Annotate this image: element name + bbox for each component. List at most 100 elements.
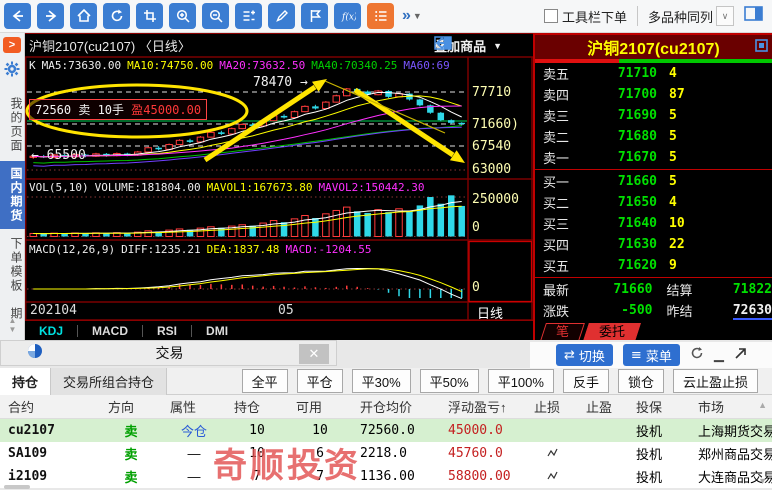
position-row-i2109[interactable]: i2109卖—771136.0058800.00投机大连商品交易所 <box>0 465 772 488</box>
horizontal-scrollbar[interactable] <box>4 485 30 489</box>
ask-row[interactable]: 卖二716805 <box>535 126 772 147</box>
bid-row[interactable]: 买四7163022 <box>535 234 772 255</box>
refresh-button[interactable] <box>103 3 130 29</box>
trade-tab-row: 持仓交易所组合持仓 全平平仓平30% 平50% 平100% 反手锁仓云止盈止损 <box>0 368 772 395</box>
action-button-平100%[interactable]: 平100% <box>488 369 554 393</box>
trade-window-titlebar[interactable]: 交易 ✕ <box>0 340 337 366</box>
cell-可用: 10 <box>288 423 352 438</box>
ask-row[interactable]: 卖四7170087 <box>535 84 772 105</box>
quote-tab-委托[interactable]: 委托 <box>583 323 641 341</box>
position-row-SA109[interactable]: SA109卖—1062218.045760.0投机郑州商品交易所 <box>0 442 772 465</box>
menu-button[interactable]: ≡菜单 <box>623 344 680 366</box>
toolbar-overflow-button[interactable]: » <box>402 7 411 25</box>
action-button-平30%[interactable]: 平30% <box>352 369 411 393</box>
tab-macd[interactable]: MACD <box>78 324 142 338</box>
expand-icon[interactable] <box>734 347 747 364</box>
action-button-平50%[interactable]: 平50% <box>420 369 479 393</box>
chevron-down-icon[interactable] <box>493 41 502 51</box>
bid-row[interactable]: 买二716504 <box>535 192 772 213</box>
switch-button[interactable]: ⇄切换 <box>556 344 613 366</box>
col-header[interactable]: 浮动盈亏↑ <box>440 397 526 416</box>
back-button[interactable] <box>4 3 31 29</box>
col-header[interactable]: 合约 <box>0 397 100 416</box>
col-header[interactable]: 止盈 <box>578 397 628 416</box>
sidebar-nav: 我的页面国内期货下单模板期 <box>0 89 25 329</box>
multi-symbol-dropdown[interactable]: 多品种同列 <box>648 7 713 26</box>
toolbar-icon-group: f(x) <box>4 3 394 29</box>
level-label: 卖二 <box>535 127 585 146</box>
draw-button[interactable] <box>268 3 295 29</box>
sidebar-item-下单模板[interactable]: 下单模板 <box>0 231 25 299</box>
split-view-icon[interactable] <box>744 5 764 28</box>
position-tab-持仓[interactable]: 持仓 <box>0 368 51 395</box>
col-header[interactable]: 属性 <box>162 397 226 416</box>
bid-row[interactable]: 买三7164010 <box>535 213 772 234</box>
gear-icon[interactable] <box>4 61 20 82</box>
action-button-锁仓[interactable]: 锁仓 <box>618 369 664 393</box>
indicator-settings-button[interactable] <box>235 3 262 29</box>
level-qty: 4 <box>657 66 677 81</box>
close-icon[interactable]: ✕ <box>299 344 329 364</box>
sidebar-item-国内期货[interactable]: 国内期货 <box>0 161 25 229</box>
sidebar-item-我的页面[interactable]: 我的页面 <box>0 91 25 159</box>
stat-row: 涨跌-500 昨结72630 <box>535 300 772 321</box>
low-price-annotation: ← 65500 <box>31 148 86 163</box>
cell-浮动盈亏↑: 45760.0 <box>440 446 526 461</box>
cell-止损 <box>526 469 578 484</box>
minimize-icon[interactable]: ▁ <box>714 348 724 363</box>
cell-属性: 今仓 <box>162 421 226 440</box>
crop-button[interactable] <box>136 3 163 29</box>
cell-持仓: 7 <box>226 469 288 484</box>
axis-label: 0 <box>472 220 480 235</box>
sidebar-expand-button[interactable]: > <box>3 37 21 53</box>
bid-row[interactable]: 买一716605 <box>535 171 772 192</box>
ask-row[interactable]: 卖三716905 <box>535 105 772 126</box>
level-label: 卖五 <box>535 64 585 83</box>
scroll-down-icon[interactable]: ▼ <box>758 476 767 486</box>
action-button-平仓[interactable]: 平仓 <box>297 369 343 393</box>
tab-rsi[interactable]: RSI <box>143 324 191 338</box>
axis-label: 71660) <box>472 117 519 132</box>
zoom-out-button[interactable] <box>202 3 229 29</box>
level-qty: 22 <box>657 237 685 252</box>
bid-row[interactable]: 买五716209 <box>535 255 772 276</box>
tab-kdj[interactable]: KDJ <box>25 324 77 338</box>
position-tab-交易所组合持仓[interactable]: 交易所组合持仓 <box>51 368 167 395</box>
home-button[interactable] <box>70 3 97 29</box>
ask-row[interactable]: 卖一716705 <box>535 147 772 168</box>
cell-投保: 投机 <box>628 467 690 486</box>
zoom-in-button[interactable] <box>169 3 196 29</box>
col-header[interactable]: 方向 <box>100 397 162 416</box>
toolbar-order-checkbox[interactable] <box>544 9 558 23</box>
forward-button[interactable] <box>37 3 64 29</box>
action-button-全平[interactable]: 全平 <box>242 369 288 393</box>
popout-icon[interactable] <box>755 39 768 57</box>
level-label: 卖三 <box>535 106 585 125</box>
dropdown-caret-icon[interactable] <box>716 6 734 26</box>
scroll-up-icon[interactable]: ▲ <box>758 400 767 410</box>
sidebar-scroll-arrows[interactable]: ▲▼ <box>0 316 25 334</box>
quote-tab-笔[interactable]: 笔 <box>540 323 585 341</box>
col-header[interactable]: 开仓均价 <box>352 397 440 416</box>
flag-button[interactable] <box>301 3 328 29</box>
action-button-云止盈止损[interactable]: 云止盈止损 <box>673 369 758 393</box>
crop-icon <box>142 8 158 24</box>
refresh-icon[interactable] <box>690 346 704 364</box>
zoom-in-icon <box>175 8 191 24</box>
chevron-down-icon[interactable] <box>413 11 422 21</box>
level-price: 71650 <box>585 195 657 210</box>
tab-dmi[interactable]: DMI <box>192 324 242 338</box>
chart-titlebar: 沪铜2107(cu2107) 〈日线〉 叠加商品 <box>25 33 533 57</box>
quote-list-button[interactable] <box>367 3 394 29</box>
col-header[interactable]: 止损 <box>526 397 578 416</box>
action-button-反手[interactable]: 反手 <box>563 369 609 393</box>
formula-button[interactable]: f(x) <box>334 3 361 29</box>
col-header[interactable]: 可用 <box>288 397 352 416</box>
cell-方向: 卖 <box>100 467 162 486</box>
cell-可用: 6 <box>288 446 352 461</box>
quote-button-strip: ⇄切换 ≡菜单 ▁ <box>530 342 772 368</box>
position-row-cu2107[interactable]: cu2107卖今仓101072560.045000.0投机上海期货交易 <box>0 419 772 442</box>
col-header[interactable]: 投保 <box>628 397 690 416</box>
col-header[interactable]: 持仓 <box>226 397 288 416</box>
ask-row[interactable]: 卖五717104 <box>535 63 772 84</box>
